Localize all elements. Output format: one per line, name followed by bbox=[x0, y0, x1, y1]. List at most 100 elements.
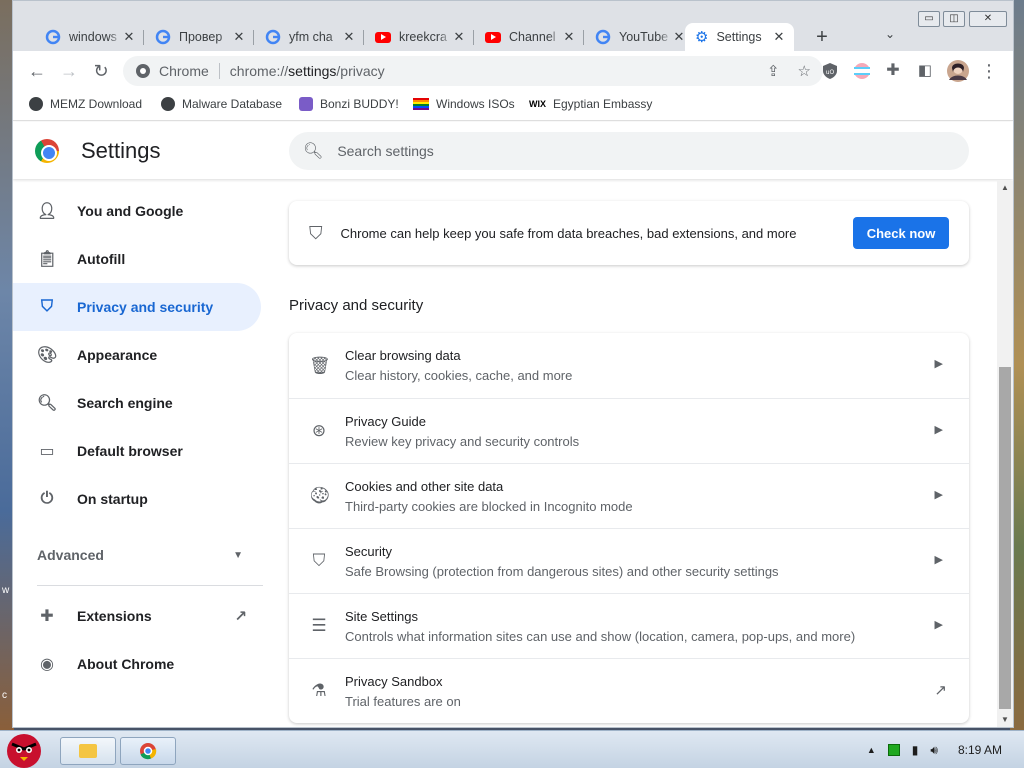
close-icon[interactable]: ✕ bbox=[562, 29, 576, 45]
bookmarks-bar: MEMZ Download Malware Database Bonzi BUD… bbox=[13, 91, 1013, 121]
bookmark-item[interactable]: Bonzi BUDDY! bbox=[299, 97, 399, 111]
cookie-icon: 🍪︎ bbox=[309, 486, 331, 505]
person-icon: 👤︎ bbox=[37, 203, 58, 220]
clock[interactable]: 8:19 AM bbox=[958, 743, 1002, 757]
ublock-icon[interactable]: uO bbox=[821, 62, 839, 80]
sidebar-item-about-chrome[interactable]: ◉ About Chrome bbox=[13, 640, 275, 688]
search-input[interactable]: 🔍︎ Search settings bbox=[289, 132, 969, 170]
chrome-icon bbox=[140, 743, 157, 760]
sidebar-item-appearance[interactable]: 🎨︎ Appearance bbox=[13, 331, 275, 379]
tab-proverka[interactable]: Провер ✕ bbox=[145, 23, 254, 51]
sidebar-item-extensions[interactable]: ✚ Extensions ↗ bbox=[13, 592, 261, 640]
google-icon bbox=[265, 29, 281, 45]
pride-flag-icon[interactable] bbox=[853, 62, 871, 80]
close-icon[interactable]: ✕ bbox=[232, 29, 246, 45]
sidebar-item-privacy-and-security[interactable]: ⛉ Privacy and security bbox=[13, 283, 261, 331]
close-window-button[interactable]: ✕ bbox=[969, 11, 1007, 27]
row-security[interactable]: ⛉ Security Safe Browsing (protection fro… bbox=[289, 528, 969, 593]
sidebar-item-autofill[interactable]: 📋︎ Autofill bbox=[13, 235, 275, 283]
omnibox-chip: Chrome bbox=[159, 63, 209, 79]
taskbar-explorer[interactable] bbox=[60, 737, 116, 765]
scrollbar[interactable]: ▲ ▼ bbox=[997, 181, 1013, 727]
start-button[interactable] bbox=[2, 729, 50, 768]
tab-title: Провер bbox=[179, 30, 223, 44]
row-privacy-guide[interactable]: ⊛ Privacy Guide Review key privacy and s… bbox=[289, 398, 969, 463]
tab-kreekcraft[interactable]: kreekcra ✕ bbox=[365, 23, 474, 51]
check-now-button[interactable]: Check now bbox=[853, 217, 949, 249]
forward-button[interactable]: → bbox=[59, 61, 79, 81]
search-icon: 🔍︎ bbox=[37, 395, 58, 412]
clipboard-icon: 📋︎ bbox=[37, 251, 58, 268]
safety-check-card: ⛉ Chrome can help keep you safe from dat… bbox=[289, 201, 969, 265]
bonzi-icon bbox=[299, 97, 313, 111]
sidebar-item-search-engine[interactable]: 🔍︎ Search engine bbox=[13, 379, 275, 427]
close-icon[interactable]: ✕ bbox=[452, 29, 466, 45]
row-site-settings[interactable]: ☰ Site Settings Controls what informatio… bbox=[289, 593, 969, 658]
tab-title: Settings bbox=[716, 30, 762, 44]
tab-settings[interactable]: ⚙ Settings ✕ bbox=[685, 23, 794, 51]
shield-check-icon: ⛉ bbox=[309, 222, 323, 243]
bookmark-item[interactable]: WIX Egyptian Embassy bbox=[529, 97, 652, 111]
shield-icon: ⛉ bbox=[40, 298, 53, 315]
close-icon[interactable]: ✕ bbox=[772, 29, 786, 45]
chevron-down-icon[interactable]: ⌄ bbox=[885, 27, 895, 41]
external-link-icon: ↗ bbox=[934, 682, 947, 699]
sidebar-advanced[interactable]: Advanced ▼ bbox=[13, 531, 261, 579]
globe-icon bbox=[161, 97, 175, 111]
back-button[interactable]: ← bbox=[27, 61, 47, 81]
google-icon bbox=[45, 29, 61, 45]
youtube-icon bbox=[375, 31, 391, 43]
reload-button[interactable]: ↻ bbox=[91, 61, 111, 81]
folder-icon bbox=[79, 744, 97, 758]
scroll-thumb[interactable] bbox=[999, 367, 1011, 709]
row-cookies[interactable]: 🍪︎ Cookies and other site data Third-par… bbox=[289, 463, 969, 528]
google-icon bbox=[595, 29, 611, 45]
trash-icon: 🗑︎ bbox=[309, 355, 331, 375]
address-bar[interactable]: Chrome chrome://settings/privacy ⇪ ☆ bbox=[123, 56, 823, 86]
arrow-right-icon: ▶ bbox=[934, 619, 943, 631]
sidebar-item-on-startup[interactable]: ⏻ On startup bbox=[13, 475, 275, 523]
share-icon[interactable]: ⇪ bbox=[767, 62, 780, 80]
star-icon[interactable]: ☆ bbox=[798, 62, 811, 80]
side-panel-icon[interactable]: ◧ bbox=[915, 61, 935, 81]
close-icon[interactable]: ✕ bbox=[342, 29, 356, 45]
maximize-button[interactable]: ◫ bbox=[943, 11, 965, 27]
youtube-icon bbox=[485, 31, 501, 43]
new-tab-button[interactable]: + bbox=[808, 23, 836, 51]
close-icon[interactable]: ✕ bbox=[122, 29, 136, 45]
tab-title: YouTube bbox=[619, 30, 669, 44]
avatar[interactable] bbox=[947, 60, 969, 82]
minimize-button[interactable]: ▭ bbox=[918, 11, 940, 27]
rainbow-flag-icon bbox=[413, 98, 429, 110]
close-icon[interactable]: ✕ bbox=[672, 29, 686, 45]
sidebar-item-default-browser[interactable]: ▭ Default browser bbox=[13, 427, 275, 475]
sidebar-item-you-and-google[interactable]: 👤︎ You and Google bbox=[13, 187, 275, 235]
bookmark-item[interactable]: Windows ISOs bbox=[413, 97, 515, 111]
chrome-icon: ◉ bbox=[40, 656, 54, 673]
row-privacy-sandbox[interactable]: ⚗ Privacy Sandbox Trial features are on … bbox=[289, 658, 969, 723]
chrome-logo-icon bbox=[35, 139, 59, 163]
battery-icon[interactable] bbox=[887, 744, 900, 756]
scroll-up-icon[interactable]: ▲ bbox=[997, 181, 1013, 195]
taskbar-chrome[interactable] bbox=[120, 737, 176, 765]
tab-youtube[interactable]: YouTube ✕ bbox=[585, 23, 694, 51]
compass-icon: ⊛ bbox=[311, 421, 327, 440]
caret-down-icon: ▼ bbox=[233, 549, 243, 561]
tab-yfm[interactable]: yfm cha ✕ bbox=[255, 23, 364, 51]
tab-title: Channel bbox=[509, 30, 556, 44]
volume-icon[interactable]: 🔊︎ bbox=[930, 743, 938, 758]
tab-strip: windows ✕ Провер ✕ yfm cha ✕ kreekcra ✕ … bbox=[13, 1, 1013, 51]
network-icon[interactable]: ▮ bbox=[912, 743, 919, 757]
palette-icon: 🎨︎ bbox=[37, 347, 58, 364]
menu-icon[interactable]: ⋮ bbox=[979, 61, 999, 81]
scroll-down-icon[interactable]: ▼ bbox=[997, 713, 1013, 727]
bookmark-item[interactable]: MEMZ Download bbox=[29, 97, 142, 111]
bookmark-item[interactable]: Malware Database bbox=[161, 97, 282, 111]
tray-expand-icon[interactable]: ▲ bbox=[867, 745, 876, 755]
tab-channel[interactable]: Channel ✕ bbox=[475, 23, 584, 51]
row-clear-browsing-data[interactable]: 🗑︎ Clear browsing data Clear history, co… bbox=[289, 333, 969, 398]
tab-title: windows bbox=[69, 30, 117, 44]
puzzle-icon[interactable]: ✚ bbox=[883, 61, 903, 81]
section-title: Privacy and security bbox=[289, 297, 424, 314]
tab-windows[interactable]: windows ✕ bbox=[35, 23, 144, 51]
